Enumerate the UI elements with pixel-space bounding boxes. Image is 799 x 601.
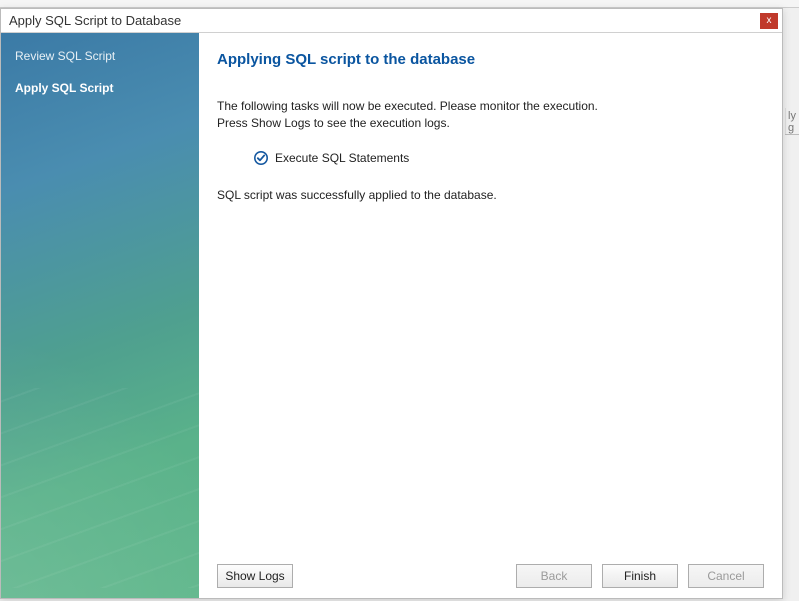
button-row: Show Logs Back Finish Cancel xyxy=(217,556,764,588)
description-line-2: Press Show Logs to see the execution log… xyxy=(217,116,450,130)
main-panel: Applying SQL script to the database The … xyxy=(199,33,782,598)
menu-bar-remnant xyxy=(0,0,799,8)
background-fragment: ly g xyxy=(785,108,799,134)
dialog: Apply SQL Script to Database x Review SQ… xyxy=(0,8,783,599)
close-icon[interactable]: x xyxy=(760,13,778,29)
background-line xyxy=(785,134,799,135)
title-bar: Apply SQL Script to Database x xyxy=(1,9,782,33)
cancel-button: Cancel xyxy=(688,564,764,588)
spacer xyxy=(217,202,764,556)
task-label: Execute SQL Statements xyxy=(275,151,409,165)
finish-button[interactable]: Finish xyxy=(602,564,678,588)
check-icon xyxy=(253,150,269,166)
show-logs-button[interactable]: Show Logs xyxy=(217,564,293,588)
step-apply-sql[interactable]: Apply SQL Script xyxy=(15,67,185,99)
status-text: SQL script was successfully applied to t… xyxy=(217,188,764,202)
page-title: Applying SQL script to the database xyxy=(217,51,764,68)
description-text: The following tasks will now be executed… xyxy=(217,98,764,132)
description-line-1: The following tasks will now be executed… xyxy=(217,99,598,113)
window-title: Apply SQL Script to Database xyxy=(9,13,181,28)
step-list: Review SQL Script Apply SQL Script xyxy=(1,33,199,111)
step-review-sql[interactable]: Review SQL Script xyxy=(15,45,185,67)
sidebar: Review SQL Script Apply SQL Script xyxy=(1,33,199,598)
back-button: Back xyxy=(516,564,592,588)
dialog-body: Review SQL Script Apply SQL Script Apply… xyxy=(1,33,782,598)
task-row: Execute SQL Statements xyxy=(253,150,764,166)
